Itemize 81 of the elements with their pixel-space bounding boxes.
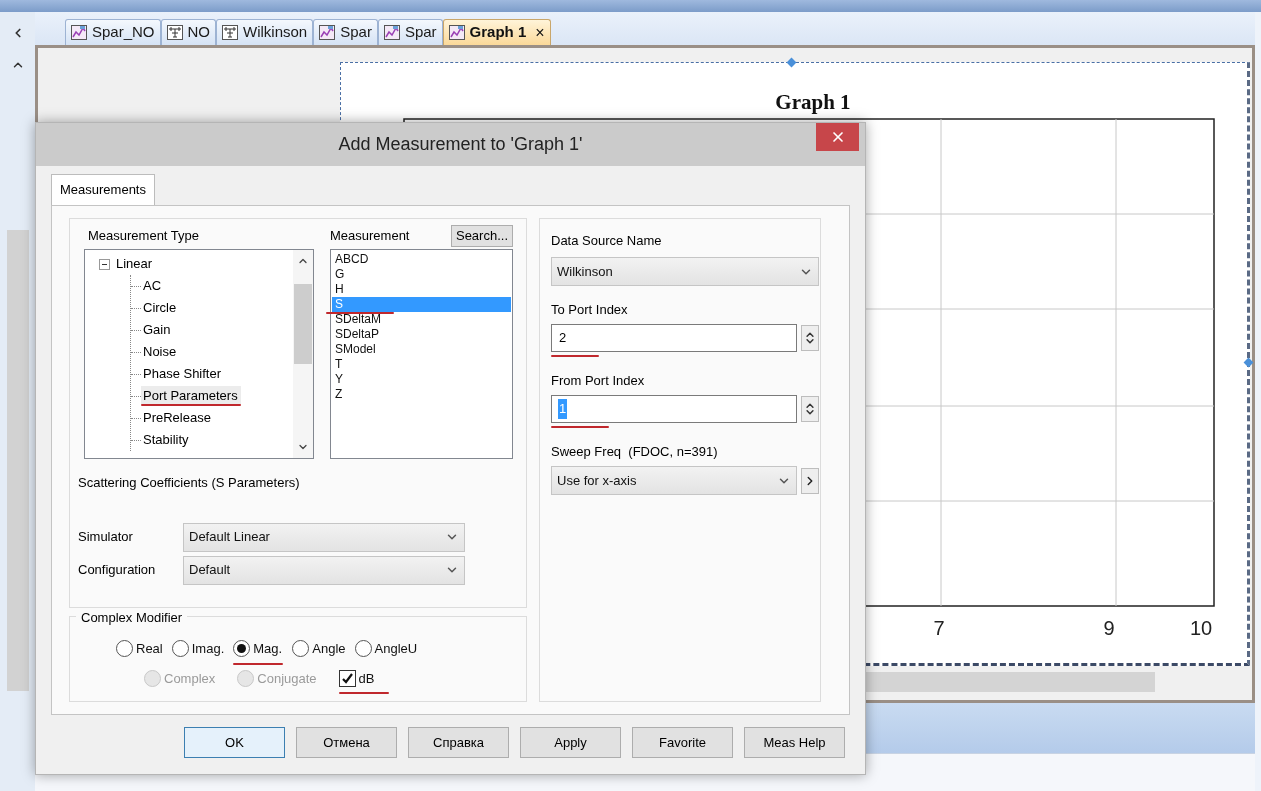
dropdown[interactable]: Use for x-axis	[551, 466, 797, 495]
tree-item[interactable]: Linear	[114, 254, 155, 274]
checkbox[interactable]	[338, 669, 356, 687]
schematic-icon	[222, 25, 239, 40]
document-tab[interactable]: Spar	[313, 19, 378, 45]
option-label: Mag.	[253, 640, 283, 658]
list-item[interactable]: T	[332, 357, 511, 372]
measurement-description: Scattering Coefficients (S Parameters)	[78, 474, 301, 492]
list-item[interactable]: SDeltaM	[332, 312, 511, 327]
close-tab-button[interactable]: ×	[535, 20, 545, 45]
dialog-button[interactable]: Favorite	[632, 727, 733, 758]
document-tab[interactable]: Spar	[377, 19, 443, 45]
port-index-field[interactable]: 2	[551, 324, 797, 352]
option-label: Imag.	[191, 640, 225, 658]
option-label: AngleU	[374, 640, 418, 658]
graph-icon	[71, 25, 87, 40]
tree-item[interactable]: Gain	[141, 320, 173, 340]
search-button[interactable]: Search...	[450, 225, 513, 247]
list-item[interactable]: G	[332, 267, 511, 282]
radio-button[interactable]	[292, 640, 310, 658]
graph-title: Graph 1	[775, 89, 851, 116]
dialog-tab[interactable]: Measurements	[51, 174, 155, 205]
dialog-button[interactable]: Справка	[408, 727, 509, 758]
field-label: Measurement	[330, 227, 410, 246]
tree-item[interactable]: Noise	[141, 342, 179, 362]
radio-button[interactable]	[171, 640, 189, 658]
radio-button[interactable]	[354, 640, 372, 658]
field-label: Sweep Freq (FDOC, n=391)	[551, 443, 719, 461]
field-label: From Port Index	[551, 372, 646, 390]
list-item[interactable]: Y	[332, 372, 511, 387]
radio-button[interactable]	[233, 640, 251, 658]
dialog-button[interactable]: Meas Help	[744, 727, 845, 758]
document-tab[interactable]: Spar_NO	[65, 19, 161, 45]
collapse-toggle-icon[interactable]	[99, 258, 110, 270]
option-label: Complex	[164, 669, 216, 688]
tree-item[interactable]: Port Parameters	[141, 385, 241, 406]
option-label: Real	[136, 640, 163, 658]
dropdown[interactable]: Default	[183, 555, 465, 585]
field-label: Simulator	[78, 528, 134, 547]
graph-icon	[383, 25, 400, 40]
list-item[interactable]: ABCD	[332, 252, 511, 267]
dialog-button[interactable]: OK	[184, 727, 285, 758]
side-panel-scrollbar[interactable]	[6, 230, 29, 691]
field-label: To Port Index	[551, 301, 629, 319]
option-label: Conjugate	[257, 669, 317, 688]
tree-item[interactable]: Circle	[141, 298, 179, 318]
dropdown[interactable]: Default Linear	[183, 522, 465, 552]
close-button[interactable]	[816, 123, 859, 151]
dialog-button[interactable]: Отмена	[296, 727, 397, 758]
vertical-scrollbar[interactable]	[293, 250, 313, 458]
list-item[interactable]: Z	[332, 387, 511, 402]
dialog-title: Add Measurement to 'Graph 1'	[338, 133, 583, 156]
document-tab[interactable]: NO	[160, 19, 217, 45]
document-tab[interactable]: Graph 1 ×	[442, 19, 551, 45]
tree-item[interactable]: Stability	[141, 430, 191, 450]
spinner-arrows-icon[interactable]	[801, 396, 819, 422]
option-label: Angle	[312, 640, 346, 658]
selection-handle[interactable]	[786, 57, 797, 68]
list-item[interactable]: SModel	[332, 342, 511, 357]
spinner-arrows-icon[interactable]	[801, 325, 819, 351]
document-tab[interactable]: Wilkinson	[216, 19, 314, 45]
field-label: Data Source Name	[551, 232, 663, 250]
graph-icon	[319, 25, 336, 40]
tick-label: 10	[1189, 616, 1213, 639]
tick-label: 9	[1103, 616, 1115, 639]
list-item[interactable]: H	[332, 282, 511, 297]
tick-label: 7	[933, 616, 945, 639]
option-label: dB	[358, 669, 375, 688]
field-label: Measurement Type	[87, 227, 201, 246]
tree-item[interactable]: AC	[141, 276, 164, 296]
graph-icon	[448, 25, 465, 40]
schematic-icon	[166, 25, 183, 40]
field-label: Configuration	[78, 561, 157, 580]
tree-item[interactable]: PreRelease	[141, 408, 213, 428]
scrollbar-thumb[interactable]	[294, 284, 312, 364]
tree-item[interactable]: Phase Shifter	[141, 364, 224, 384]
dialog-button[interactable]: Apply	[520, 727, 621, 758]
selection-handle[interactable]	[1243, 357, 1254, 368]
dropdown[interactable]: Wilkinson	[551, 257, 819, 286]
radio-button[interactable]	[116, 640, 133, 658]
list-item[interactable]: SDeltaP	[332, 327, 511, 342]
